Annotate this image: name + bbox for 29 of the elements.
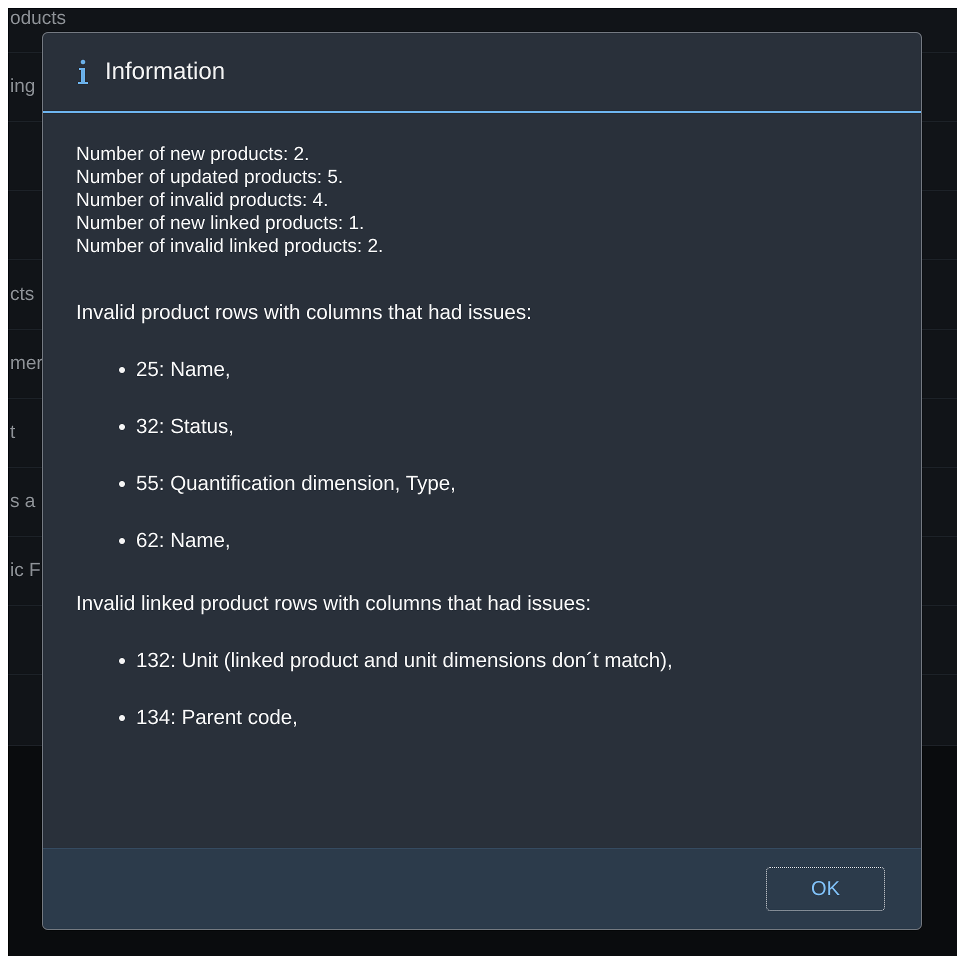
summary-line: Number of updated products: 5.: [76, 166, 344, 189]
ok-button[interactable]: OK: [766, 867, 885, 911]
section-heading: Invalid linked product rows with columns that had issues:: [76, 592, 592, 616]
bullet-icon: [119, 658, 125, 664]
list-item-label: oducts: [9, 8, 66, 30]
list-item-label: ing: [9, 76, 36, 98]
list-item-label: cts: [9, 284, 34, 306]
summary-line: Number of new linked products: 1.: [76, 212, 366, 235]
bullet-icon: [119, 481, 125, 487]
summary-line: Number of new products: 2.: [76, 143, 310, 166]
issue-text: 62: Name,: [136, 529, 231, 553]
section-heading: Invalid product rows with columns that had issues:: [76, 301, 533, 325]
issue-text: 25: Name,: [136, 358, 231, 382]
dialog-title: Information: [105, 58, 226, 86]
list-item-label: t: [9, 422, 16, 444]
issue-text: 32: Status,: [136, 415, 234, 439]
summary-line: Number of invalid products: 4.: [76, 189, 330, 212]
bullet-icon: [119, 715, 125, 721]
bullet-icon: [119, 424, 125, 430]
issue-text: 132: Unit (linked product and unit dimensions don´t match),: [136, 649, 673, 673]
list-item-label: mer: [9, 353, 43, 375]
issue-text: 55: Quantification dimension, Type,: [136, 472, 456, 496]
info-icon: [77, 59, 89, 85]
summary-line: Number of invalid linked products: 2.: [76, 235, 384, 258]
list-item-label: ic F: [9, 560, 41, 582]
list-item-label: s a: [9, 491, 36, 513]
bullet-icon: [119, 538, 125, 544]
bullet-icon: [119, 367, 125, 373]
issue-text: 134: Parent code,: [136, 706, 298, 730]
